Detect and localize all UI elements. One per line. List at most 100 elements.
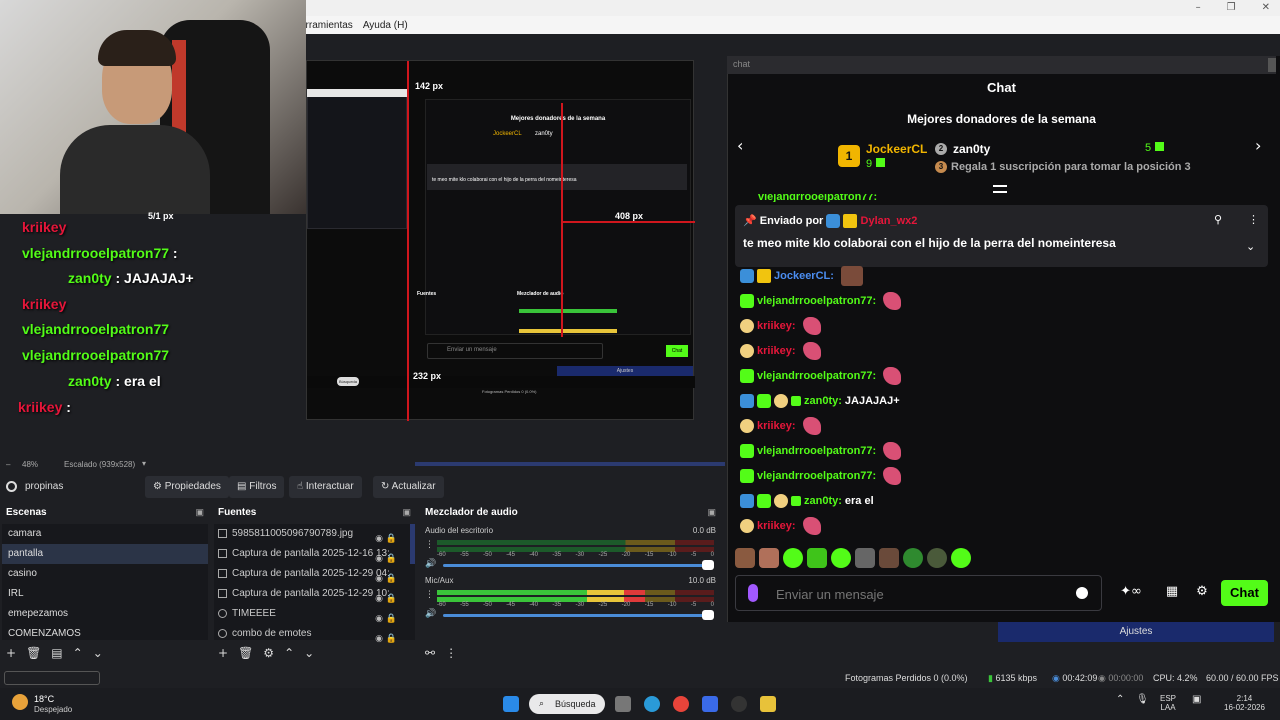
language-indicator[interactable]: ESP LAA [1160,694,1176,712]
menu-tools[interactable]: erramientas [300,20,353,31]
scene-item-selected[interactable]: pantalla [2,544,208,564]
emote-icon[interactable] [807,548,827,568]
emote-icon[interactable] [951,548,971,568]
gear-icon[interactable]: ⚙ [263,646,274,660]
weather-icon[interactable] [12,694,28,710]
speaker-icon[interactable]: 🔊 [425,609,436,619]
source-item[interactable]: Captura de pantalla 2025-12-29 04: ◉ 🔒 [214,564,415,584]
link-icon[interactable]: ⚯ [425,646,435,660]
preview-frame: Mejores donadores de la semana JockeerCL… [306,60,695,421]
expand-icon[interactable]: ⌄ [1246,240,1255,253]
emote-icon[interactable] [759,548,779,568]
maximize-button[interactable]: ❐ [1227,2,1236,13]
chevron-right-icon[interactable]: › [1255,136,1261,155]
emote-icon[interactable] [927,548,947,568]
mic-icon[interactable] [748,584,758,602]
speaker-icon[interactable]: 🔊 [425,559,436,569]
chat-scrollbar[interactable] [1268,58,1276,72]
volume-slider[interactable] [443,560,714,570]
add-icon[interactable]: + [218,646,228,660]
interact-button[interactable]: ☝ Interactuar [289,476,362,498]
sources-scrollbar[interactable] [410,524,415,564]
undock-icon[interactable]: ▣ [707,507,716,518]
chat-send-button[interactable]: Chat [1221,580,1268,606]
scene-item[interactable]: COMENZAMOS [2,624,208,644]
properties-button[interactable]: ⚙ Propiedades [145,476,229,498]
pinned-user[interactable]: Dylan_wx2 [861,215,918,227]
filter-icon[interactable]: ▤ [51,646,62,660]
trash-icon[interactable]: 🗑 [238,646,253,660]
chevron-down-icon[interactable]: ▾ [142,459,146,468]
emote-icon[interactable] [831,548,851,568]
chat-message: kriikey: [740,516,821,536]
emote-icon[interactable] [879,548,899,568]
close-button[interactable]: ✕ [1262,2,1270,13]
volume-slider[interactable] [443,610,714,620]
minimize-button[interactable]: – [1196,2,1201,13]
network-icon[interactable]: ▣ [1192,694,1201,705]
scaled-resolution[interactable]: Escalado (939x528) [64,460,135,469]
source-item[interactable]: Captura de pantalla 2025-12-29 10: ◉ 🔒 [214,584,415,604]
source-item[interactable]: combo de emotes ◉ 🔒 [214,624,415,644]
chat-url-bar: chat [727,56,1276,74]
obs-icon[interactable] [731,696,747,712]
infinity-icon[interactable]: ✦∞ [1114,584,1148,602]
source-item[interactable]: TIMEEEE ◉ 🔒 [214,604,415,624]
folder-icon[interactable] [760,696,776,712]
task-view-icon[interactable] [615,696,631,712]
chevron-left-icon[interactable]: ‹ [737,136,743,155]
edge-icon[interactable] [644,696,660,712]
chevron-up-icon[interactable]: ⌃ [1116,694,1124,705]
overlay-line: kriikey [22,296,67,312]
unpin-icon[interactable]: ⚲ [1214,213,1222,226]
chat-input[interactable] [776,584,1056,604]
add-icon[interactable]: + [6,646,16,660]
chevron-up-icon[interactable]: ⌃ [284,646,294,660]
refresh-button[interactable]: ↻ Actualizar [373,476,444,498]
store-icon[interactable]: ▦ [1163,584,1181,602]
window-controls: – ❐ ✕ [1196,2,1270,13]
scene-item[interactable]: IRL [2,584,208,604]
more-options-icon[interactable]: ⋮ [1248,213,1259,226]
taskbar-preview-thumb[interactable] [4,671,100,685]
subscriber-icon [740,444,754,458]
source-item[interactable]: Captura de pantalla 2025-12-16 13: ◉ 🔒 [214,544,415,564]
scene-item[interactable]: emepezamos [2,604,208,624]
gear-icon[interactable]: ⚙ [1193,584,1211,602]
emote-icon[interactable] [855,548,875,568]
undock-icon[interactable]: ▣ [402,507,411,518]
scene-item[interactable]: casino [2,564,208,584]
ajustes-button[interactable]: Ajustes [998,622,1274,642]
clock[interactable]: 2:14 16-02-2026 [1224,694,1265,712]
gift-icon [791,496,801,506]
menu-help[interactable]: Ayuda (H) [363,20,408,31]
trash-icon[interactable]: 🗑 [26,646,41,660]
chat-input-box[interactable] [735,575,1102,611]
windows-start-icon[interactable] [503,696,519,712]
chevron-down-icon[interactable]: ⌄ [304,646,314,660]
emote-icon[interactable] [783,548,803,568]
options-icon[interactable]: ⋮ [425,540,434,550]
app-icon[interactable] [702,696,718,712]
filters-button[interactable]: ▤ Filtros [229,476,285,498]
emote-icon[interactable] [735,548,755,568]
scene-item[interactable]: camara [2,524,208,544]
mini-titlebar [307,89,407,97]
emote-icon[interactable] [903,548,923,568]
collapse-icon[interactable] [993,185,1007,193]
undock-icon[interactable]: ▣ [195,507,204,518]
source-item[interactable]: 5985811005096790789.jpg ◉ 🔒 [214,524,415,544]
options-icon[interactable]: ⋮ [425,590,434,600]
options-icon[interactable]: ⋮ [445,646,457,660]
taskbar-search[interactable]: ⌕ Búsqueda [529,694,605,714]
preview-scrollbar[interactable] [415,462,725,466]
overlay-line: zan0ty : JAJAJAJ+ [68,270,194,286]
slider-knob[interactable] [702,560,714,570]
slider-knob[interactable] [702,610,714,620]
scenes-list: camara pantalla casino IRL emepezamos CO… [2,524,208,640]
mic-tray-icon[interactable]: 🎙 [1136,694,1149,705]
chrome-icon[interactable] [673,696,689,712]
emoji-icon[interactable] [1076,587,1088,599]
chevron-up-icon[interactable]: ⌃ [73,646,83,660]
chevron-down-icon[interactable]: ⌄ [93,646,103,660]
